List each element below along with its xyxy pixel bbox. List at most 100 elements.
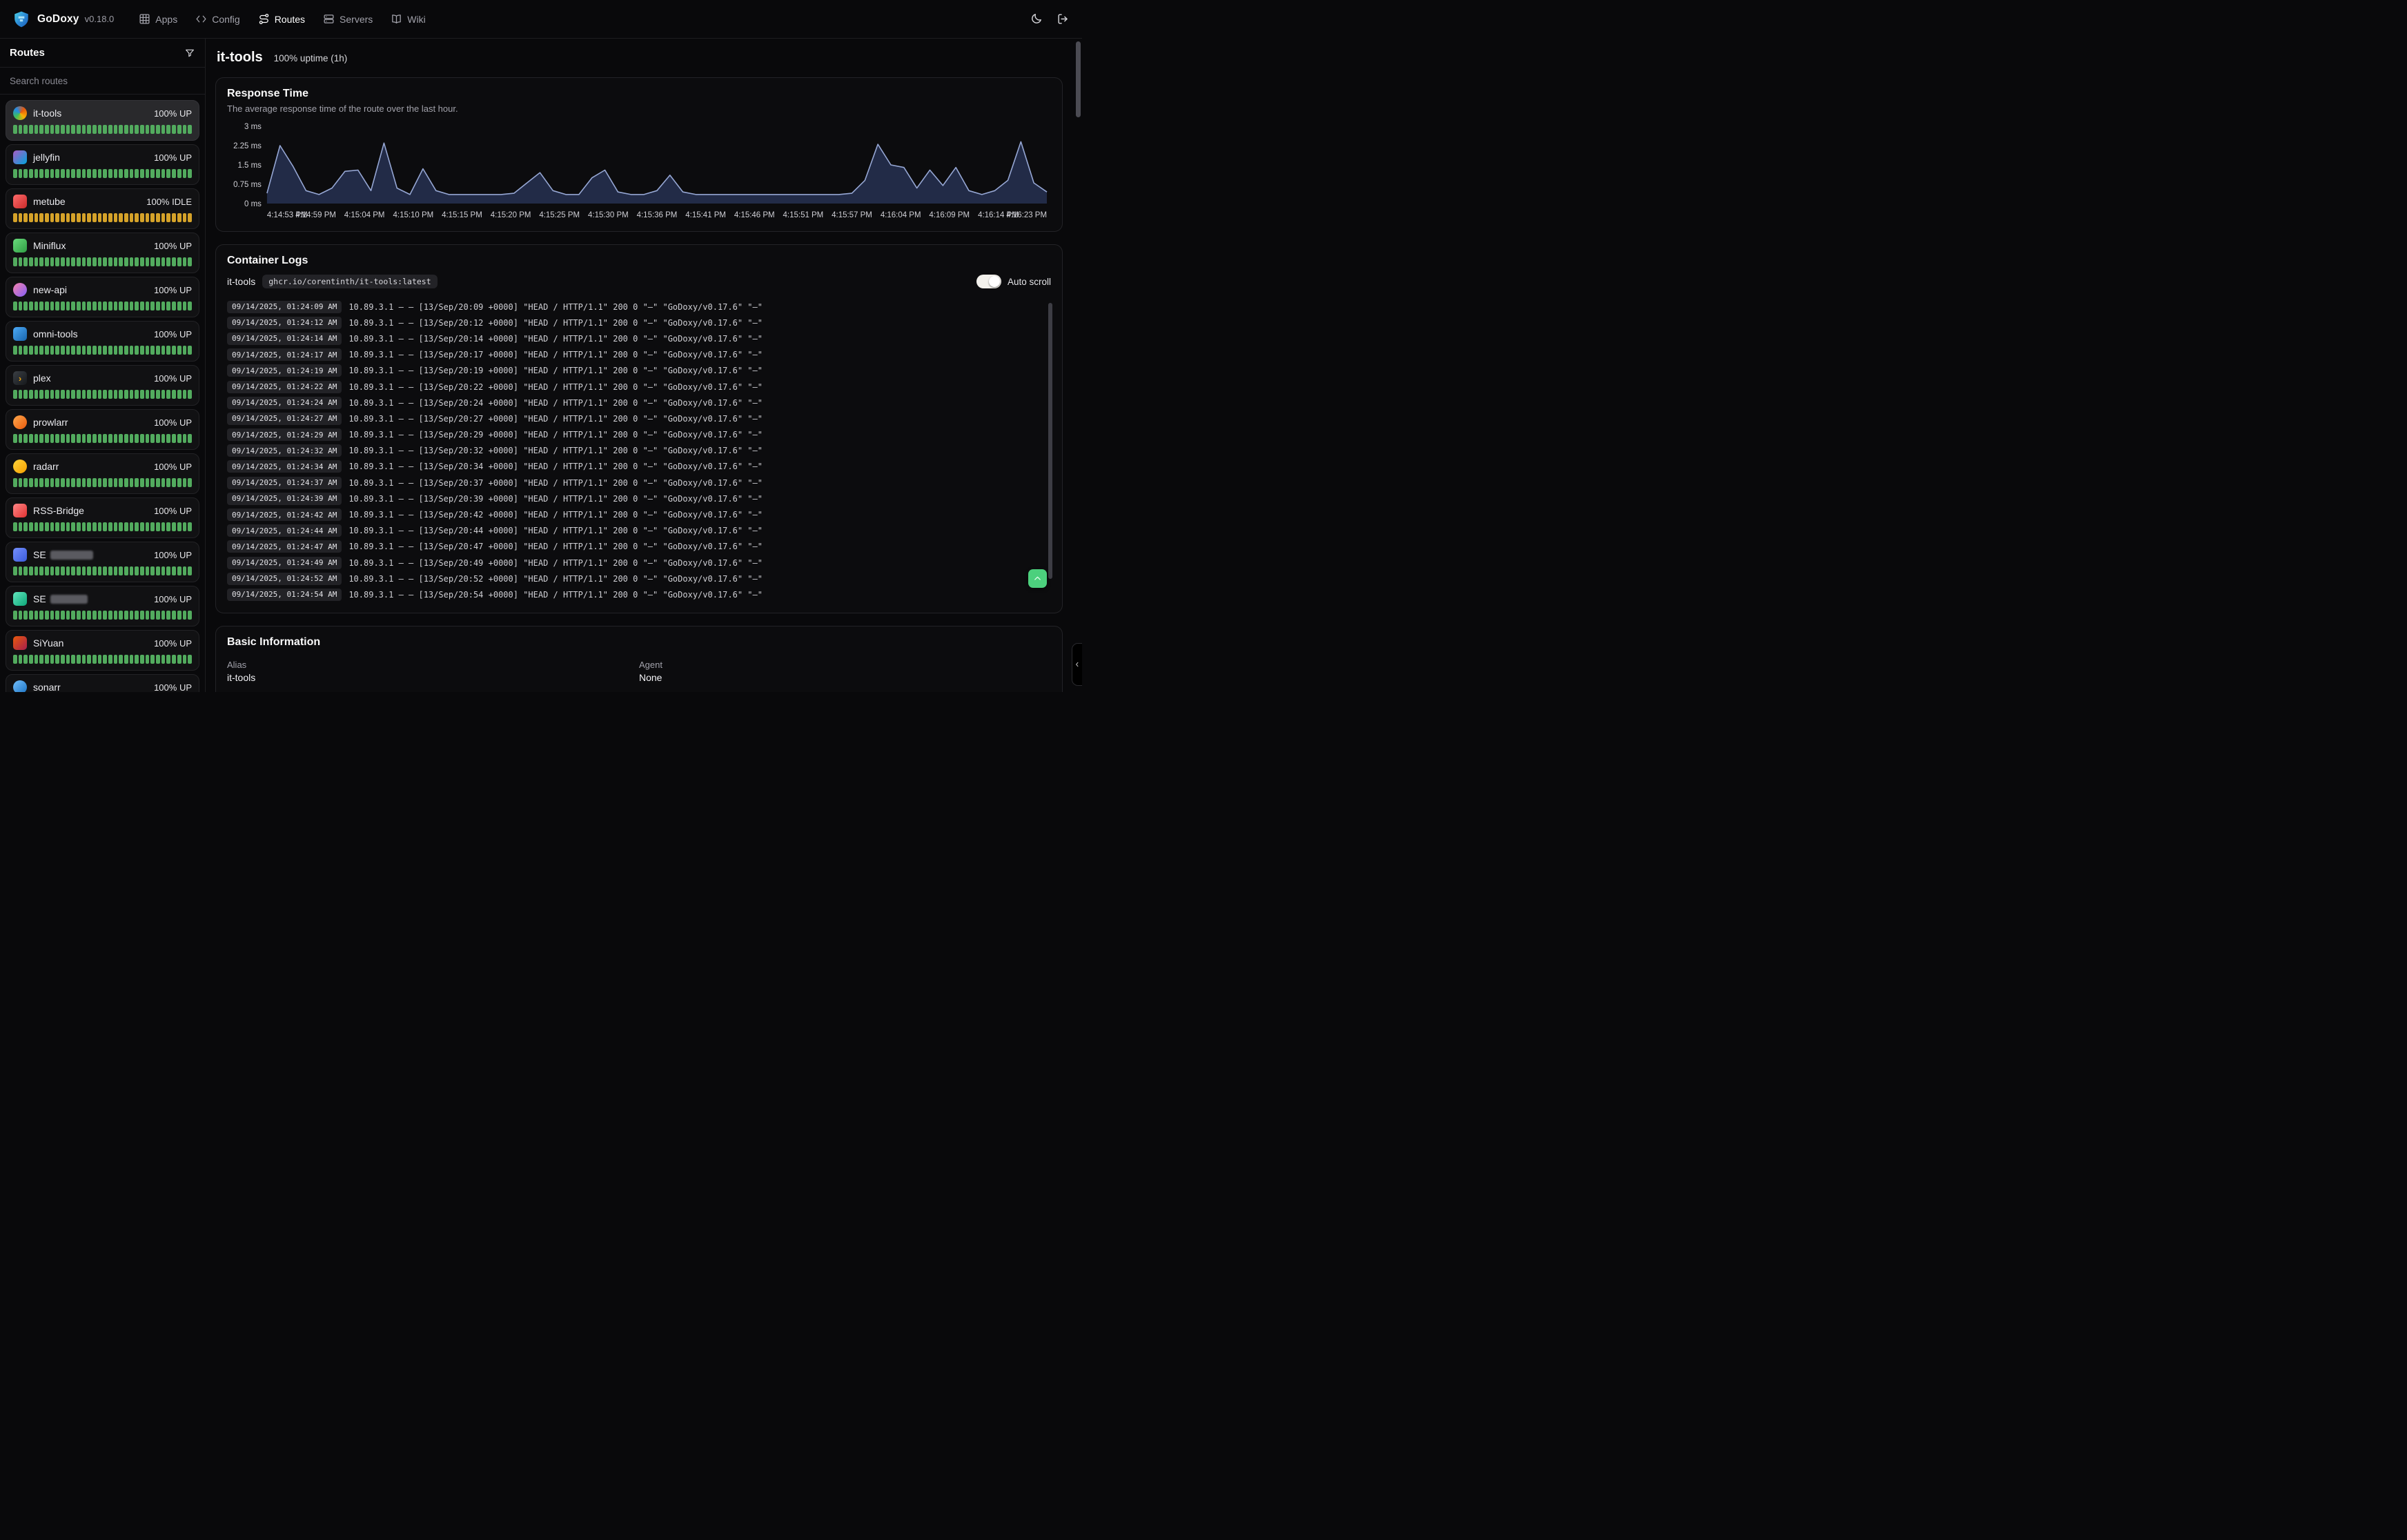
route-item-rss-bridge[interactable]: RSS-Bridge100% UP [6,497,199,538]
route-item-prowlarr[interactable]: prowlarr100% UP [6,409,199,450]
response-time-chart: 3 ms2.25 ms1.5 ms0.75 ms0 ms4:14:53 PM4:… [227,121,1051,221]
log-scrollbar-thumb[interactable] [1048,303,1052,579]
route-item-redacted-10[interactable]: SE100% UP [6,542,199,582]
route-name: radarr [33,461,59,472]
jellyfin-icon [13,150,27,164]
route-name: RSS-Bridge [33,505,84,516]
sidebar-header: Routes [0,39,205,68]
route-item-redacted-11[interactable]: SE 100% UP [6,586,199,626]
svg-text:4:15:10 PM: 4:15:10 PM [393,211,434,219]
plex-icon: › [13,371,27,385]
app-layout: Routes it-tools100% UPjellyfin100% UPmet… [0,39,1082,692]
route-status: 100% IDLE [146,197,192,207]
log-timestamp: 09/14/2025, 01:24:09 AM [227,301,342,313]
route-status: 100% UP [154,108,192,119]
log-row: 09/14/2025, 01:24:24 AM10.89.3.1 – – [13… [227,395,1041,411]
route-item-miniflux[interactable]: Miniflux100% UP [6,233,199,273]
route-item-it-tools[interactable]: it-tools 100% UP [6,100,199,141]
log-message: 10.89.3.1 – – [13/Sep/20:24 +0000] "HEAD… [348,398,763,408]
route-name-text: omni-tools [33,328,78,339]
log-timestamp: 09/14/2025, 01:24:52 AM [227,573,342,585]
route-name: it-tools [33,108,61,119]
route-status: 100% UP [154,329,192,339]
log-message: 10.89.3.1 – – [13/Sep/20:09 +0000] "HEAD… [348,302,763,312]
container-logs-title: Container Logs [227,255,1051,267]
server-icon [323,13,335,25]
log-row: 09/14/2025, 01:24:27 AM10.89.3.1 – – [13… [227,411,1041,426]
route-item-sonarr[interactable]: sonarr100% UP [6,674,199,692]
sidebar-title: Routes [10,47,45,59]
route-name: metube [33,196,66,207]
svg-text:4:15:30 PM: 4:15:30 PM [588,211,629,219]
log-list: 09/14/2025, 01:24:09 AM 10.89.3.1 – – [13… [227,299,1051,603]
nav-item-config[interactable]: Config [195,13,239,25]
auto-scroll-label: Auto scroll [1008,277,1051,287]
log-timestamp: 09/14/2025, 01:24:12 AM [227,317,342,329]
route-item-radarr[interactable]: radarr100% UP [6,453,199,494]
log-row: 09/14/2025, 01:24:37 AM10.89.3.1 – – [13… [227,475,1041,491]
log-message: 10.89.3.1 – – [13/Sep/20:19 +0000] "HEAD… [348,366,763,375]
log-row: 09/14/2025, 01:24:47 AM10.89.3.1 – – [13… [227,539,1041,555]
log-timestamp: 09/14/2025, 01:24:49 AM [227,557,342,569]
radarr-icon [13,460,27,473]
log-message: 10.89.3.1 – – [13/Sep/20:39 +0000] "HEAD… [348,494,763,504]
log-timestamp: 09/14/2025, 01:24:22 AM [227,381,342,393]
route-name: SE [33,593,88,604]
info-label-alias: Alias [227,660,639,670]
app-icon [13,592,27,606]
toggle-knob [989,276,1000,287]
nav-item-routes[interactable]: Routes [258,13,305,25]
theme-toggle-button[interactable] [1030,12,1043,26]
logout-button[interactable] [1057,12,1070,26]
nav-item-servers[interactable]: Servers [323,13,373,25]
app-title: GoDoxy [37,13,79,26]
info-value-agent: None [639,672,1051,683]
container-name: it-tools [227,276,255,287]
log-message: 10.89.3.1 – – [13/Sep/20:32 +0000] "HEAD… [348,446,763,455]
info-label-agent: Agent [639,660,1051,670]
route-item-omni-tools[interactable]: omni-tools 100% UP [6,321,199,362]
main-content: it-tools 100% uptime (1h) Response Time … [206,39,1082,692]
svg-text:4:15:57 PM: 4:15:57 PM [832,211,872,219]
route-name: SE [33,549,93,560]
sonarr-icon [13,680,27,692]
book-icon [391,13,402,25]
route-name: plex [33,373,51,384]
nav-item-label: Routes [275,14,305,25]
route-status: 100% UP [154,594,192,604]
route-item-siyuan[interactable]: SiYuan100% UP [6,630,199,671]
uptime-bars [13,302,192,310]
log-row: 09/14/2025, 01:24:39 AM 10.89.3.1 – – [13… [227,491,1041,506]
route-item-metube[interactable]: metube 100% IDLE [6,188,199,229]
info-field-alias: Alias it-tools [227,660,639,683]
container-logs-header: it-tools ghcr.io/corentinth/it-tools:lat… [227,273,1051,290]
search-routes-input[interactable] [0,68,205,94]
route-name: new-api [33,284,67,295]
log-timestamp: 09/14/2025, 01:24:29 AM [227,428,342,441]
route-item-plex[interactable]: ›plex100% UP [6,365,199,406]
nav-item-apps[interactable]: Apps [139,13,177,25]
app-icon [13,548,27,562]
route-item-new-api[interactable]: new-api100% UP [6,277,199,317]
route-name-text: metube [33,196,66,207]
log-row: 09/14/2025, 01:24:42 AM10.89.3.1 – – [13… [227,506,1041,522]
route-status: 100% UP [154,152,192,163]
route-name-text: plex [33,373,51,384]
filter-icon[interactable] [184,48,195,59]
log-timestamp: 09/14/2025, 01:24:37 AM [227,477,342,489]
search-row [0,68,205,95]
route-item-jellyfin[interactable]: jellyfin100% UP [6,144,199,185]
it-tools-icon [13,106,27,120]
svg-text:4:16:09 PM: 4:16:09 PM [929,211,970,219]
log-row: 09/14/2025, 01:24:44 AM10.89.3.1 – – [13… [227,523,1041,539]
svg-text:4:15:25 PM: 4:15:25 PM [539,211,580,219]
auto-scroll-toggle[interactable] [976,275,1001,288]
scroll-to-top-button[interactable] [1028,569,1047,588]
log-timestamp: 09/14/2025, 01:24:39 AM [227,493,342,505]
route-name: prowlarr [33,417,68,428]
nav-item-wiki[interactable]: Wiki [391,13,425,25]
drawer-collapse-tab[interactable] [1072,643,1082,686]
godoxy-logo[interactable] [12,10,30,28]
page-scrollbar-thumb[interactable] [1076,41,1081,117]
omni-tools-icon [13,327,27,341]
